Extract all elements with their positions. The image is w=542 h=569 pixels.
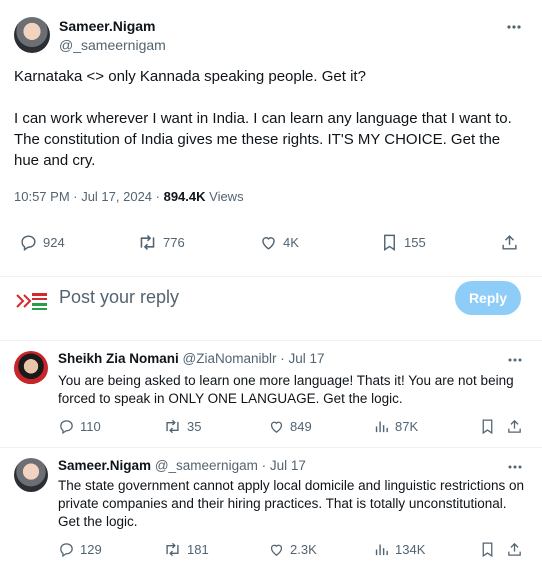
bookmark-button[interactable] [479, 418, 496, 435]
views-button[interactable]: 87K [373, 418, 418, 435]
more-icon[interactable] [505, 457, 525, 477]
like-icon [268, 541, 285, 558]
analytics-icon [373, 418, 390, 435]
tweet-text: Karnataka <> only Kannada speaking peopl… [14, 68, 512, 169]
reply-icon [19, 233, 38, 252]
tweet-meta: 10:57 PM · Jul 17, 2024 · 894.4K Views [14, 189, 244, 204]
reply-button[interactable]: 924 [19, 233, 65, 252]
reply-input[interactable]: Post your reply [59, 287, 179, 308]
reply-text: You are being asked to learn one more la… [58, 373, 514, 406]
repost-icon [163, 418, 182, 435]
repost-button[interactable]: 35 [163, 418, 201, 435]
like-button[interactable]: 2.3K [268, 541, 317, 558]
analytics-icon [373, 541, 390, 558]
views-label: Views [205, 189, 244, 204]
reply-button[interactable]: 129 [58, 541, 102, 558]
reply-button[interactable]: 110 [58, 418, 101, 435]
reply-author-name[interactable]: Sheikh Zia Nomani [58, 351, 179, 366]
reply-actions: 129 181 2.3K 134K [0, 541, 542, 561]
bookmark-icon [479, 541, 496, 558]
like-button[interactable]: 4K [259, 233, 299, 252]
like-count: 2.3K [290, 542, 317, 557]
reply-item[interactable]: Sheikh Zia Nomani @ZiaNomaniblr · Jul 17… [0, 341, 542, 448]
repost-icon [163, 541, 182, 558]
share-button[interactable] [506, 541, 523, 558]
like-count: 849 [290, 419, 312, 434]
tweet-time[interactable]: 10:57 PM · Jul 17, 2024 · [14, 189, 164, 204]
share-icon [500, 233, 519, 252]
repost-count: 181 [187, 542, 209, 557]
avatar[interactable] [14, 458, 48, 492]
like-button[interactable]: 849 [268, 418, 312, 435]
reply-icon [58, 541, 75, 558]
reply-header: Sameer.Nigam @_sameernigam · Jul 17 [58, 458, 306, 473]
views-count: 134K [395, 542, 426, 557]
reply-count: 129 [80, 542, 102, 557]
repost-count: 35 [187, 419, 202, 434]
bookmark-button[interactable] [479, 541, 496, 558]
author-avatar[interactable] [14, 17, 50, 53]
repost-icon [137, 233, 158, 252]
bookmark-icon [380, 233, 399, 252]
bookmark-count: 155 [404, 235, 426, 250]
author-handle[interactable]: @_sameernigam [59, 37, 166, 53]
like-icon [259, 233, 278, 252]
reply-icon [58, 418, 75, 435]
repost-count: 776 [163, 235, 185, 250]
main-tweet: Sameer.Nigam @_sameernigam Karnataka <> … [0, 0, 542, 277]
views-count: 87K [395, 419, 419, 434]
views-button[interactable]: 134K [373, 541, 425, 558]
avatar[interactable] [14, 351, 48, 385]
reply-composer: Post your reply Reply [0, 277, 542, 341]
reply-author-name[interactable]: Sameer.Nigam [58, 458, 151, 473]
bookmark-icon [479, 418, 496, 435]
reply-text: The state government cannot apply local … [58, 478, 524, 529]
reply-actions: 110 35 849 87K [0, 418, 542, 438]
share-icon [506, 541, 523, 558]
more-icon[interactable] [505, 350, 525, 370]
tweet-actions: 924 776 4K 155 [0, 230, 542, 256]
views-count: 894.4K [163, 189, 206, 204]
like-icon [268, 418, 285, 435]
share-button[interactable] [506, 418, 523, 435]
reply-count: 924 [43, 235, 65, 250]
repost-button[interactable]: 776 [137, 233, 185, 252]
share-button[interactable] [500, 233, 519, 252]
reply-item[interactable]: Sameer.Nigam @_sameernigam · Jul 17 The … [0, 448, 542, 569]
reply-handle-date[interactable]: @_sameernigam · Jul 17 [155, 458, 306, 473]
reply-submit-button[interactable]: Reply [455, 281, 521, 315]
author-name[interactable]: Sameer.Nigam [59, 18, 156, 34]
user-logo-icon [15, 289, 49, 313]
reply-header: Sheikh Zia Nomani @ZiaNomaniblr · Jul 17 [58, 351, 325, 366]
bookmark-button[interactable]: 155 [380, 233, 426, 252]
like-count: 4K [283, 235, 299, 250]
more-icon[interactable] [504, 17, 524, 37]
reply-handle-date[interactable]: @ZiaNomaniblr · Jul 17 [183, 351, 325, 366]
share-icon [506, 418, 523, 435]
reply-count: 110 [80, 419, 101, 434]
repost-button[interactable]: 181 [163, 541, 209, 558]
